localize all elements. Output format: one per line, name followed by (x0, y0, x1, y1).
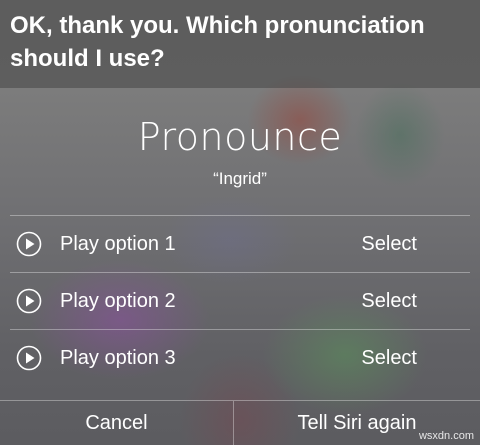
option-row-1: Play option 1 Select (0, 216, 480, 272)
siri-screen: OK, thank you. Which pronunciation shoul… (0, 0, 480, 445)
option-row-3: Play option 3 Select (0, 330, 480, 386)
select-option-3-button[interactable]: Select (361, 330, 417, 386)
siri-question-text: OK, thank you. Which pronunciation shoul… (10, 12, 425, 72)
card-title: Pronounce (137, 115, 343, 159)
select-option-1-button[interactable]: Select (361, 216, 417, 272)
play-option-3-button[interactable]: Play option 3 (60, 330, 176, 386)
play-icon[interactable] (16, 231, 42, 257)
bottom-bar: Cancel Tell Siri again (0, 400, 480, 445)
play-option-2-button[interactable]: Play option 2 (60, 273, 176, 329)
siri-question-panel: OK, thank you. Which pronunciation shoul… (0, 0, 480, 88)
play-icon[interactable] (16, 288, 42, 314)
pronunciation-options: Play option 1 Select Play option 2 Selec… (0, 215, 480, 386)
cancel-button[interactable]: Cancel (0, 401, 233, 445)
play-option-1-button[interactable]: Play option 1 (60, 216, 176, 272)
card-subtitle: “Ingrid” (213, 169, 267, 188)
watermark: wsxdn.com (418, 430, 474, 442)
select-option-2-button[interactable]: Select (361, 273, 417, 329)
play-icon[interactable] (16, 345, 42, 371)
option-row-2: Play option 2 Select (0, 273, 480, 329)
